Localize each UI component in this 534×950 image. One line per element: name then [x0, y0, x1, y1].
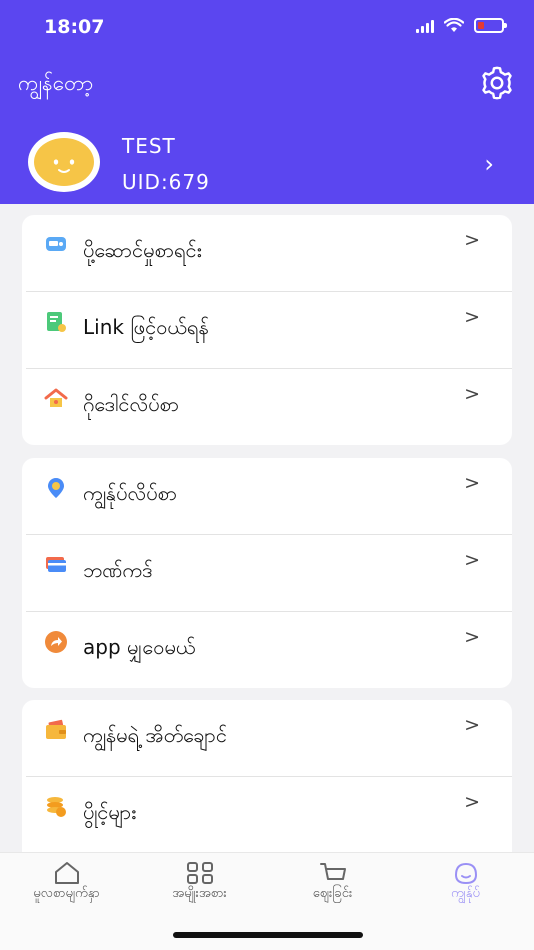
bank-card-icon: [46, 557, 66, 572]
menu-item-label: ကျွန်မရဲ့ အိတ်ချောင်: [83, 723, 227, 747]
chevron-right-icon: >: [464, 472, 480, 494]
wifi-icon: [444, 18, 464, 32]
menu-item-my-wallet[interactable]: ကျွန်မရဲ့ အိတ်ချောင် >: [22, 700, 512, 776]
profile-uid: UID:679: [122, 170, 210, 194]
coins-icon: [47, 797, 66, 817]
status-icons: [416, 18, 507, 33]
chevron-right-icon: >: [464, 714, 480, 736]
warehouse-icon: [44, 388, 68, 407]
smiley-face-icon: [53, 159, 75, 173]
chevron-right-icon: >: [464, 229, 480, 251]
menu-item-share-app[interactable]: app မျှဝေမယ် >: [22, 612, 512, 688]
menu-group-account: ကျွန်ုပ်လိပ်စာ > ဘဏ်ကဒ် > app မျှဝေမယ် >: [22, 458, 512, 688]
profile-icon: [454, 862, 477, 885]
location-pin-icon: [48, 478, 64, 498]
menu-item-warehouse-address[interactable]: ဂိုဒေါင်လိပ်စာ >: [22, 369, 512, 445]
header: 18:07 ကျွန်တော့ TEST UID:679 ›: [0, 0, 534, 204]
profile-name: TEST: [122, 134, 176, 158]
tab-label: ကျွန်ုပ်: [451, 886, 480, 901]
delivery-truck-icon: [46, 237, 66, 251]
tab-label: ဈေးခြင်း: [312, 886, 353, 901]
menu-item-label: ဘဏ်ကဒ်: [83, 558, 153, 582]
tab-home[interactable]: မူလစာမျက်နှာ: [0, 853, 133, 913]
menu-item-label: ပွိုင့်များ: [83, 800, 137, 824]
chevron-right-icon: >: [464, 306, 480, 328]
wallet-icon: [46, 719, 66, 739]
menu-item-label: Link ဖြင့်ဝယ်ရန်: [83, 315, 209, 339]
menu-group-wallet: ကျွန်မရဲ့ အိတ်ချောင် > ပွိုင့်များ >: [22, 700, 512, 870]
menu-item-points[interactable]: ပွိုင့်များ >: [22, 777, 512, 853]
chevron-right-icon: >: [464, 626, 480, 648]
gear-icon[interactable]: [478, 64, 516, 102]
tab-cart[interactable]: ဈေးခြင်း: [266, 853, 399, 913]
menu-item-label: app မျှဝေမယ်: [83, 635, 196, 659]
tab-profile[interactable]: ကျွန်ုပ်: [399, 853, 532, 913]
avatar: [28, 132, 100, 192]
status-time: 18:07: [44, 16, 105, 38]
menu-item-label: ကျွန်ုပ်လိပ်စာ: [83, 481, 178, 505]
home-indicator: [173, 932, 363, 938]
chevron-right-icon: >: [464, 549, 480, 571]
menu-item-delivery-list[interactable]: ပို့ဆောင်မှုစာရင်း >: [22, 215, 512, 291]
chevron-right-icon: >: [464, 383, 480, 405]
menu-item-label: ဂိုဒေါင်လိပ်စာ: [83, 392, 180, 416]
home-icon: [54, 862, 79, 884]
shopping-cart-icon: [319, 863, 346, 880]
menu-group-shipping: ပို့ဆောင်မှုစာရင်း > Link ဖြင့်ဝယ်ရန် > …: [22, 215, 512, 445]
category-grid-icon: [186, 862, 213, 884]
menu-item-bank-card[interactable]: ဘဏ်ကဒ် >: [22, 535, 512, 611]
chevron-right-icon: >: [464, 791, 480, 813]
page-title: ကျွန်တော့: [18, 71, 94, 95]
menu-item-buy-by-link[interactable]: Link ဖြင့်ဝယ်ရန် >: [22, 292, 512, 368]
tab-label: အမျိုးအစား: [172, 886, 227, 901]
link-document-icon: [47, 312, 66, 332]
tab-label: မူလစာမျက်နှာ: [33, 886, 100, 901]
battery-icon: [474, 18, 507, 33]
tab-category[interactable]: အမျိုးအစား: [133, 853, 266, 913]
share-icon: [45, 631, 67, 653]
battery-level: [478, 22, 484, 29]
chevron-right-icon: ›: [484, 150, 494, 178]
menu-item-my-address[interactable]: ကျွန်ုပ်လိပ်စာ >: [22, 458, 512, 534]
profile-summary[interactable]: TEST UID:679 ›: [0, 126, 534, 202]
menu-item-label: ပို့ဆောင်မှုစာရင်း: [83, 238, 202, 262]
cellular-signal-icon: [416, 19, 434, 33]
